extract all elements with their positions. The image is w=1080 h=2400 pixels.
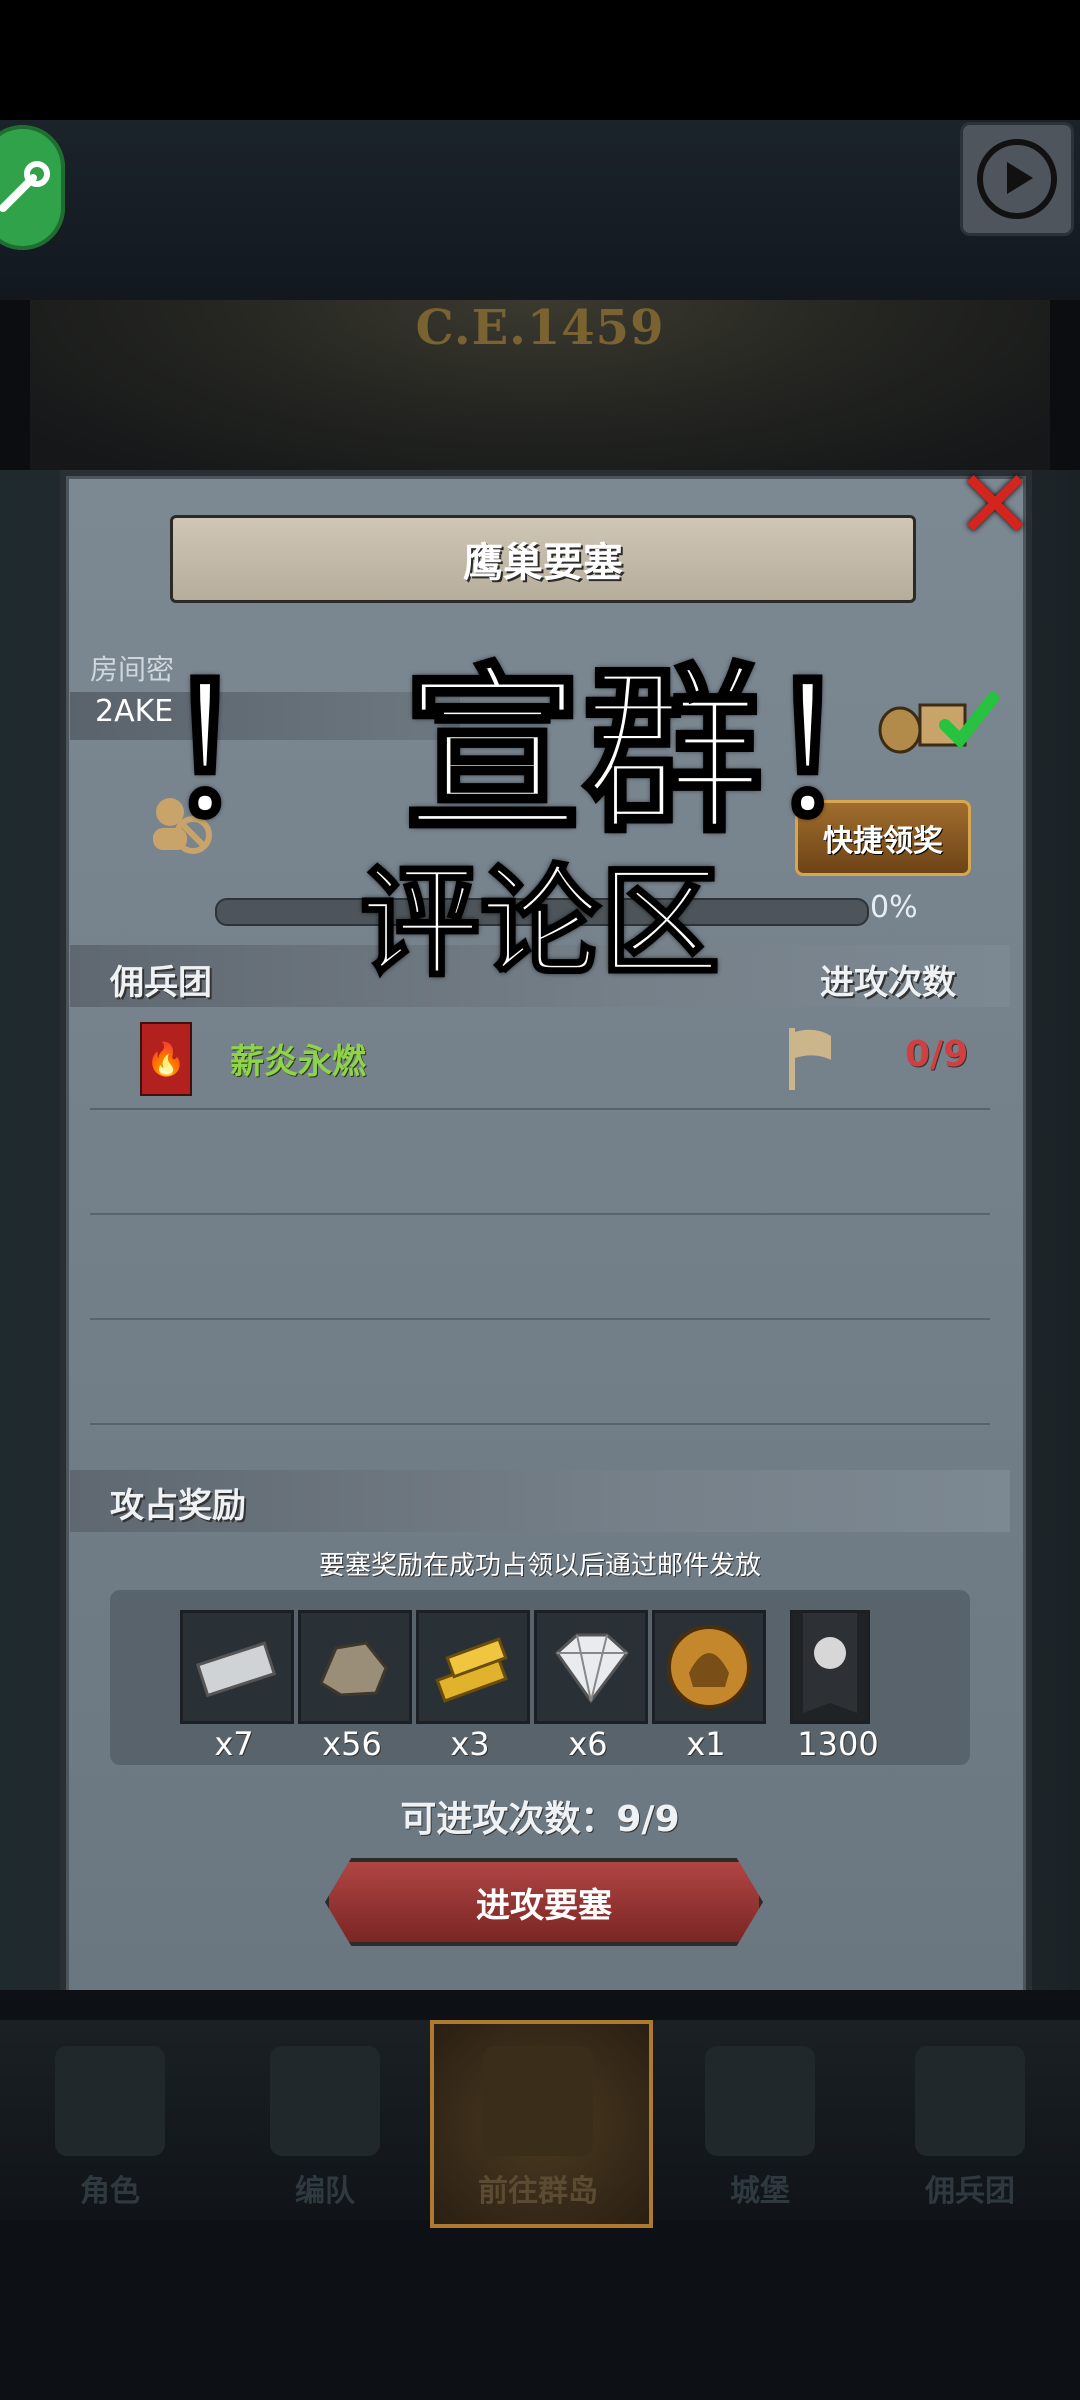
mercenary-row[interactable] [90, 1008, 990, 1110]
nav-islands[interactable]: 前往群岛 [438, 2030, 638, 2210]
status-bar [0, 0, 1080, 120]
mercenary-name: 薪炎永燃 [230, 1042, 366, 1082]
play-icon [977, 139, 1057, 219]
era-label: C.E.1459 [415, 300, 665, 356]
reward-header: 攻占奖励 [110, 1486, 246, 1526]
silver-bar-icon[interactable] [180, 1610, 294, 1724]
progress-text: 0% [870, 890, 918, 925]
reward-count: x3 [450, 1725, 490, 1763]
compass-icon [483, 2046, 593, 2156]
nav-label: 前往群岛 [478, 2174, 598, 2209]
attack-count-header: 进攻次数 [820, 963, 956, 1003]
reward-count: x56 [322, 1725, 382, 1763]
diamond-icon[interactable] [534, 1610, 648, 1724]
formation-icon [270, 2046, 380, 2156]
panel-title-plate: 鹰巢要塞 [170, 515, 916, 603]
knight-icon [55, 2046, 165, 2156]
tools-button[interactable] [0, 125, 65, 250]
attacks-left: 可进攻次数：9/9 [400, 1799, 680, 1840]
attack-fortress-button[interactable]: 进攻要塞 [325, 1858, 763, 1946]
flag-icon [789, 1028, 831, 1090]
reward-note: 要塞奖励在成功占领以后通过邮件发放 [318, 1551, 761, 1581]
stone-icon[interactable] [298, 1610, 412, 1724]
reward-count: x6 [568, 1725, 608, 1763]
nav-castle[interactable]: 城堡 [660, 2030, 860, 2210]
fire-banner-icon: 🔥 [140, 1022, 192, 1096]
mercenary-row-empty [90, 1218, 990, 1320]
reward-count: x1 [686, 1725, 726, 1763]
mercenary-icon [915, 2046, 1025, 2156]
nav-label: 城堡 [730, 2174, 790, 2209]
helmet-medal-icon[interactable] [652, 1610, 766, 1724]
gold-bars-icon[interactable] [416, 1610, 530, 1724]
play-button[interactable] [960, 122, 1074, 236]
nav-role[interactable]: 角色 [10, 2030, 210, 2210]
banner-token-icon[interactable] [790, 1610, 870, 1724]
attack-count: 0/9 [905, 1034, 969, 1075]
nav-formation[interactable]: 编队 [225, 2030, 425, 2210]
close-button[interactable]: ✕ [950, 457, 1040, 553]
nav-label: 佣兵团 [925, 2174, 1015, 2209]
nav-label: 角色 [80, 2174, 140, 2209]
nav-label: 编队 [295, 2174, 355, 2209]
reward-count: x7 [214, 1725, 254, 1763]
nav-mercenary[interactable]: 佣兵团 [870, 2030, 1070, 2210]
header [0, 120, 1080, 300]
wrench-icon [0, 160, 50, 212]
mercenary-row-empty [90, 1113, 990, 1215]
mercenary-row-empty [90, 1323, 990, 1425]
overlay-subtitle: 评论区 [359, 853, 722, 995]
castle-icon [705, 2046, 815, 2156]
reward-count: 1300 [797, 1725, 879, 1763]
mercenary-header: 佣兵团 [110, 963, 212, 1003]
panel-title: 鹰巢要塞 [463, 540, 623, 586]
